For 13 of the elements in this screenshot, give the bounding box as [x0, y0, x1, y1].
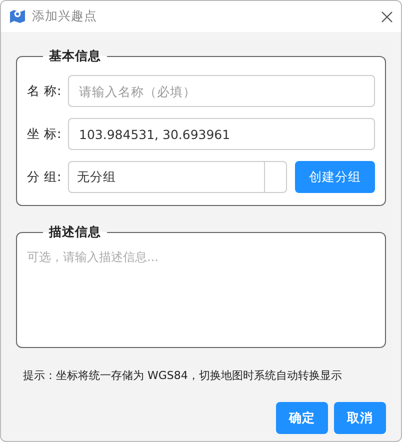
close-icon[interactable] — [381, 10, 393, 22]
window-title: 添加兴趣点 — [32, 8, 98, 25]
name-field[interactable]: 请输入名称（必填） — [68, 75, 375, 107]
description-field[interactable]: 描述信息 可选，请输入描述信息... — [16, 224, 386, 348]
field-label: 名 称: — [27, 82, 62, 100]
field-label: 坐 标: — [27, 126, 62, 142]
group-select[interactable]: 无分组 — [68, 161, 287, 193]
section-title: 基本信息 — [48, 48, 102, 65]
field-label: 分 组: — [27, 168, 62, 186]
hint-text: 提示：坐标将统一存储为 WGS84，切换地图时系统自动转换显示 — [23, 368, 343, 383]
section-title: 描述信息 — [48, 224, 102, 241]
map-pin-icon — [9, 8, 26, 25]
coordinates-field[interactable]: 103.984531, 30.693961 — [68, 118, 375, 150]
